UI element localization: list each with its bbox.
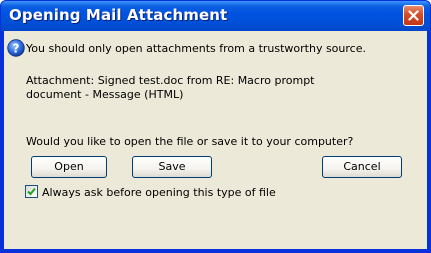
attachment-info-line1: Attachment: Signed test.doc from RE: Mac… <box>26 74 315 87</box>
dialog-window: Opening Mail Attachment ? You should onl… <box>0 0 431 253</box>
svg-text:?: ? <box>13 42 20 56</box>
always-ask-label[interactable]: Always ask before opening this type of f… <box>42 186 276 199</box>
always-ask-checkbox[interactable] <box>25 185 38 198</box>
question-icon: ? <box>7 39 25 57</box>
close-button[interactable] <box>403 5 424 26</box>
title-bar[interactable]: Opening Mail Attachment <box>1 1 430 31</box>
open-button[interactable]: Open <box>31 156 107 178</box>
close-icon <box>408 10 419 21</box>
dialog-body: ? You should only open attachments from … <box>4 31 427 249</box>
attachment-info-line2: document - Message (HTML) <box>26 88 184 101</box>
question-text: Would you like to open the file or save … <box>26 135 354 148</box>
checkmark-icon <box>27 187 36 196</box>
window-title: Opening Mail Attachment <box>9 6 228 24</box>
save-button[interactable]: Save <box>132 156 212 178</box>
warning-text: You should only open attachments from a … <box>26 42 366 55</box>
cancel-button[interactable]: Cancel <box>322 156 402 178</box>
